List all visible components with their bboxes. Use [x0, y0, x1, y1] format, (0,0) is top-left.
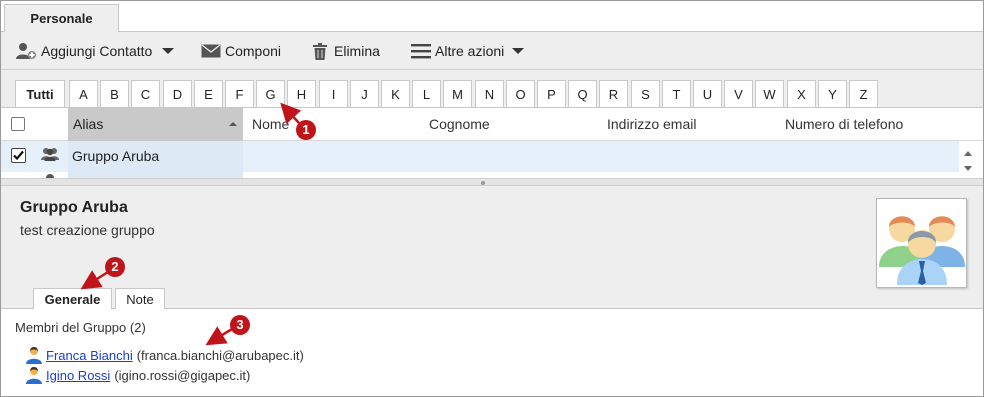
tab-generale[interactable]: Generale — [33, 288, 112, 311]
add-user-icon — [16, 43, 36, 59]
filter-letter-f[interactable]: F — [225, 80, 254, 107]
column-header-alias[interactable]: Alias — [68, 108, 243, 141]
members-title: Membri del Gruppo (2) — [15, 320, 146, 335]
filter-letter-j[interactable]: J — [350, 80, 379, 107]
list-item: Igino Rossi (igino.rossi@gigapec.it) — [25, 365, 250, 385]
column-header-email[interactable]: Indirizzo email — [607, 108, 696, 141]
table-header: Alias Nome Cognome Indirizzo email Numer… — [1, 108, 983, 141]
filter-letter-h[interactable]: H — [287, 80, 316, 107]
menu-icon — [411, 44, 431, 59]
filter-letter-w[interactable]: W — [755, 80, 784, 107]
annotation-badge-1: 1 — [296, 120, 316, 140]
column-header-cognome[interactable]: Cognome — [429, 108, 490, 141]
table-row[interactable]: Gruppo Aruba — [1, 141, 959, 172]
filter-letter-r[interactable]: R — [599, 80, 628, 107]
trash-icon — [313, 42, 327, 60]
scroll-down-icon[interactable] — [964, 166, 972, 171]
member-link[interactable]: Igino Rossi — [46, 368, 110, 383]
add-contact-label: Aggiungi Contatto — [41, 43, 153, 59]
filter-letter-v[interactable]: V — [724, 80, 753, 107]
filter-letter-u[interactable]: U — [693, 80, 722, 107]
scroll-up-icon[interactable] — [964, 151, 972, 156]
chevron-down-icon[interactable] — [162, 48, 175, 54]
filter-letter-e[interactable]: E — [194, 80, 223, 107]
filter-letter-s[interactable]: S — [631, 80, 660, 107]
tab-personale[interactable]: Personale — [4, 4, 119, 33]
annotation-badge-2: 2 — [105, 257, 125, 277]
add-contact-button[interactable]: Aggiungi Contatto — [15, 41, 175, 61]
top-tab-bar: Personale — [1, 1, 983, 33]
pane-splitter[interactable] — [1, 178, 983, 186]
compose-label: Componi — [225, 43, 282, 59]
filter-letter-k[interactable]: K — [381, 80, 410, 107]
user-icon — [26, 367, 42, 384]
filter-letter-p[interactable]: P — [537, 80, 566, 107]
member-email: (igino.rossi@gigapec.it) — [114, 367, 251, 383]
row-checkbox[interactable] — [11, 148, 26, 163]
more-actions-button[interactable]: Altre azioni — [411, 41, 525, 61]
filter-letter-m[interactable]: M — [443, 80, 472, 107]
filter-letter-d[interactable]: D — [163, 80, 192, 107]
member-email: (franca.bianchi@arubapec.it) — [136, 347, 304, 363]
filter-letter-l[interactable]: L — [412, 80, 441, 107]
compose-button[interactable]: Componi — [201, 41, 281, 61]
detail-title: Gruppo Aruba — [20, 199, 128, 216]
column-header-nome[interactable]: Nome — [252, 108, 289, 141]
filter-letter-i[interactable]: I — [319, 80, 348, 107]
splitter-handle[interactable] — [481, 181, 485, 185]
annotation-badge-3: 3 — [230, 315, 250, 335]
group-icon — [41, 148, 59, 161]
user-icon — [26, 347, 42, 364]
filter-letter-o[interactable]: O — [506, 80, 535, 107]
filter-letter-y[interactable]: Y — [818, 80, 847, 107]
list-scrollbar[interactable] — [960, 141, 976, 178]
select-all-checkbox[interactable] — [11, 117, 25, 131]
group-members-panel: Membri del Gruppo (2) Franca Bianchi (fr… — [1, 309, 983, 396]
filter-letter-x[interactable]: X — [787, 80, 816, 107]
toolbar: Aggiungi Contatto Componi Elimina Altre … — [1, 32, 983, 70]
filter-letter-q[interactable]: Q — [568, 80, 597, 107]
filter-letter-g[interactable]: G — [256, 80, 285, 107]
delete-label: Elimina — [334, 43, 380, 59]
filter-letter-z[interactable]: Z — [849, 80, 878, 107]
chevron-down-icon[interactable] — [512, 48, 525, 54]
contact-detail-pane: Gruppo Aruba test creazione gruppo Gener… — [1, 186, 983, 311]
column-header-phone[interactable]: Numero di telefono — [785, 108, 903, 141]
filter-letter-n[interactable]: N — [475, 80, 504, 107]
filter-letter-c[interactable]: C — [131, 80, 160, 107]
checkmark-icon — [13, 150, 24, 161]
filter-letter-t[interactable]: T — [662, 80, 691, 107]
row-alias: Gruppo Aruba — [68, 141, 243, 172]
filter-letter-a[interactable]: A — [69, 80, 98, 107]
group-avatar — [876, 198, 967, 288]
delete-button[interactable]: Elimina — [313, 41, 380, 61]
member-link[interactable]: Franca Bianchi — [46, 348, 133, 363]
alphabet-filter-bar: Tutti ABCDEFGHIJKLMNOPQRSTUVWXYZ — [1, 70, 983, 108]
group-avatar-icon — [879, 216, 965, 285]
tab-note[interactable]: Note — [115, 288, 165, 310]
envelope-icon — [201, 44, 221, 58]
list-item: Franca Bianchi (franca.bianchi@arubapec.… — [25, 345, 304, 365]
filter-letter-b[interactable]: B — [100, 80, 129, 107]
column-alias-label: Alias — [73, 116, 104, 132]
more-actions-label: Altre azioni — [435, 43, 505, 59]
sort-ascending-icon — [229, 122, 237, 126]
detail-subtitle: test creazione gruppo — [20, 222, 155, 238]
filter-all[interactable]: Tutti — [15, 80, 65, 107]
